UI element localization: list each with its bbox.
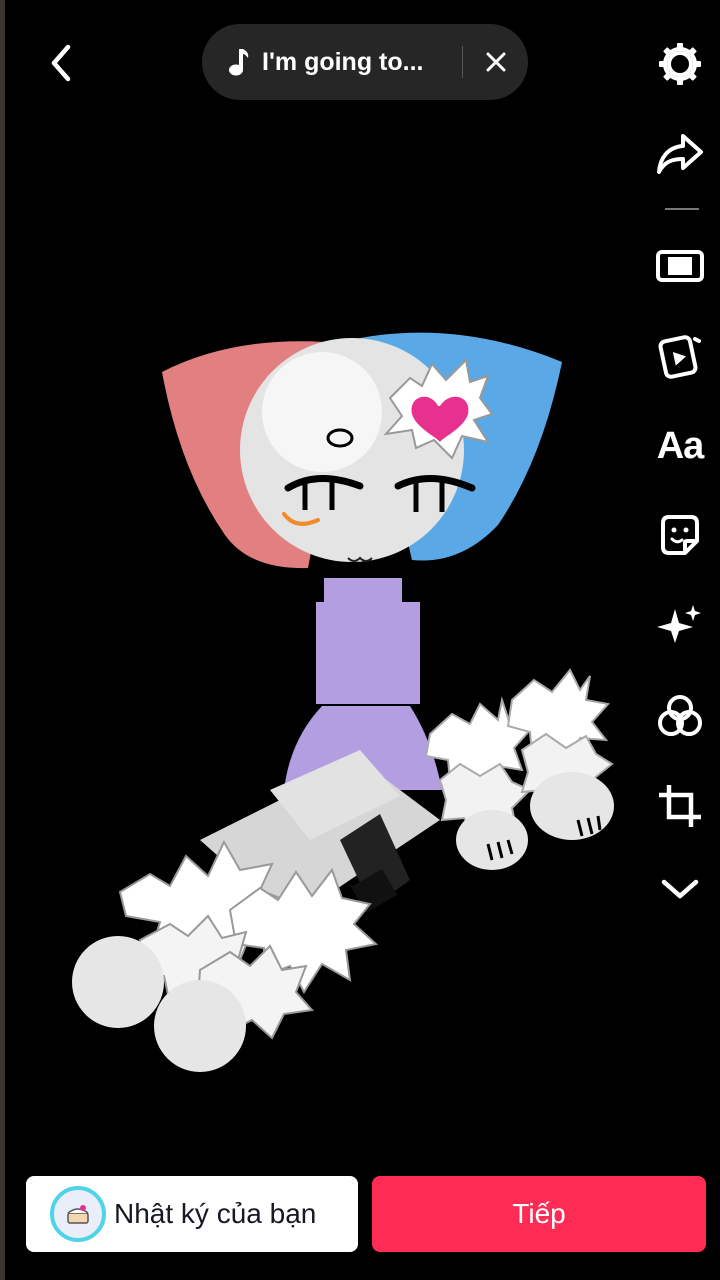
gear-icon bbox=[659, 43, 701, 85]
avatar-cake-icon bbox=[67, 1205, 89, 1224]
sound-title: I'm going to... bbox=[262, 47, 424, 76]
share-arrow-icon bbox=[657, 134, 703, 174]
more-tools-button[interactable] bbox=[650, 860, 710, 920]
toolbar-separator bbox=[665, 208, 699, 210]
crop-icon bbox=[659, 785, 701, 827]
aspect-ratio-icon bbox=[656, 250, 704, 282]
music-note-icon bbox=[228, 47, 254, 77]
filters-icon bbox=[658, 695, 702, 736]
your-diary-label: Nhật ký của bạn bbox=[114, 1198, 317, 1229]
pill-divider bbox=[462, 46, 463, 78]
sparkle-icon bbox=[657, 605, 701, 643]
text-icon: Aa bbox=[656, 424, 705, 467]
chevron-left-icon bbox=[51, 44, 71, 82]
close-icon bbox=[486, 52, 506, 72]
video-template-icon bbox=[658, 335, 701, 379]
text-button[interactable]: Aa bbox=[650, 416, 710, 476]
chevron-down-icon bbox=[661, 879, 699, 899]
templates-button[interactable] bbox=[650, 326, 710, 386]
avatar bbox=[50, 1186, 106, 1242]
aspect-ratio-button[interactable] bbox=[650, 236, 710, 296]
selected-sound-pill[interactable]: I'm going to... bbox=[202, 24, 528, 100]
sticker-icon bbox=[661, 515, 699, 555]
effects-button[interactable] bbox=[650, 596, 710, 656]
remove-sound-button[interactable] bbox=[478, 44, 514, 80]
left-edge-strip bbox=[0, 0, 5, 1280]
character-illustration bbox=[72, 332, 614, 1072]
crop-button[interactable] bbox=[650, 776, 710, 836]
bottom-action-bar: Nhật ký của bạn Tiếp bbox=[0, 1160, 720, 1280]
your-diary-button[interactable]: Nhật ký của bạn bbox=[26, 1176, 358, 1252]
settings-button[interactable] bbox=[650, 34, 710, 94]
back-button[interactable] bbox=[36, 38, 86, 88]
next-button[interactable]: Tiếp bbox=[372, 1176, 706, 1252]
share-button[interactable] bbox=[650, 124, 710, 184]
media-preview[interactable] bbox=[60, 320, 640, 1080]
filters-button[interactable] bbox=[650, 686, 710, 746]
stickers-button[interactable] bbox=[650, 506, 710, 566]
